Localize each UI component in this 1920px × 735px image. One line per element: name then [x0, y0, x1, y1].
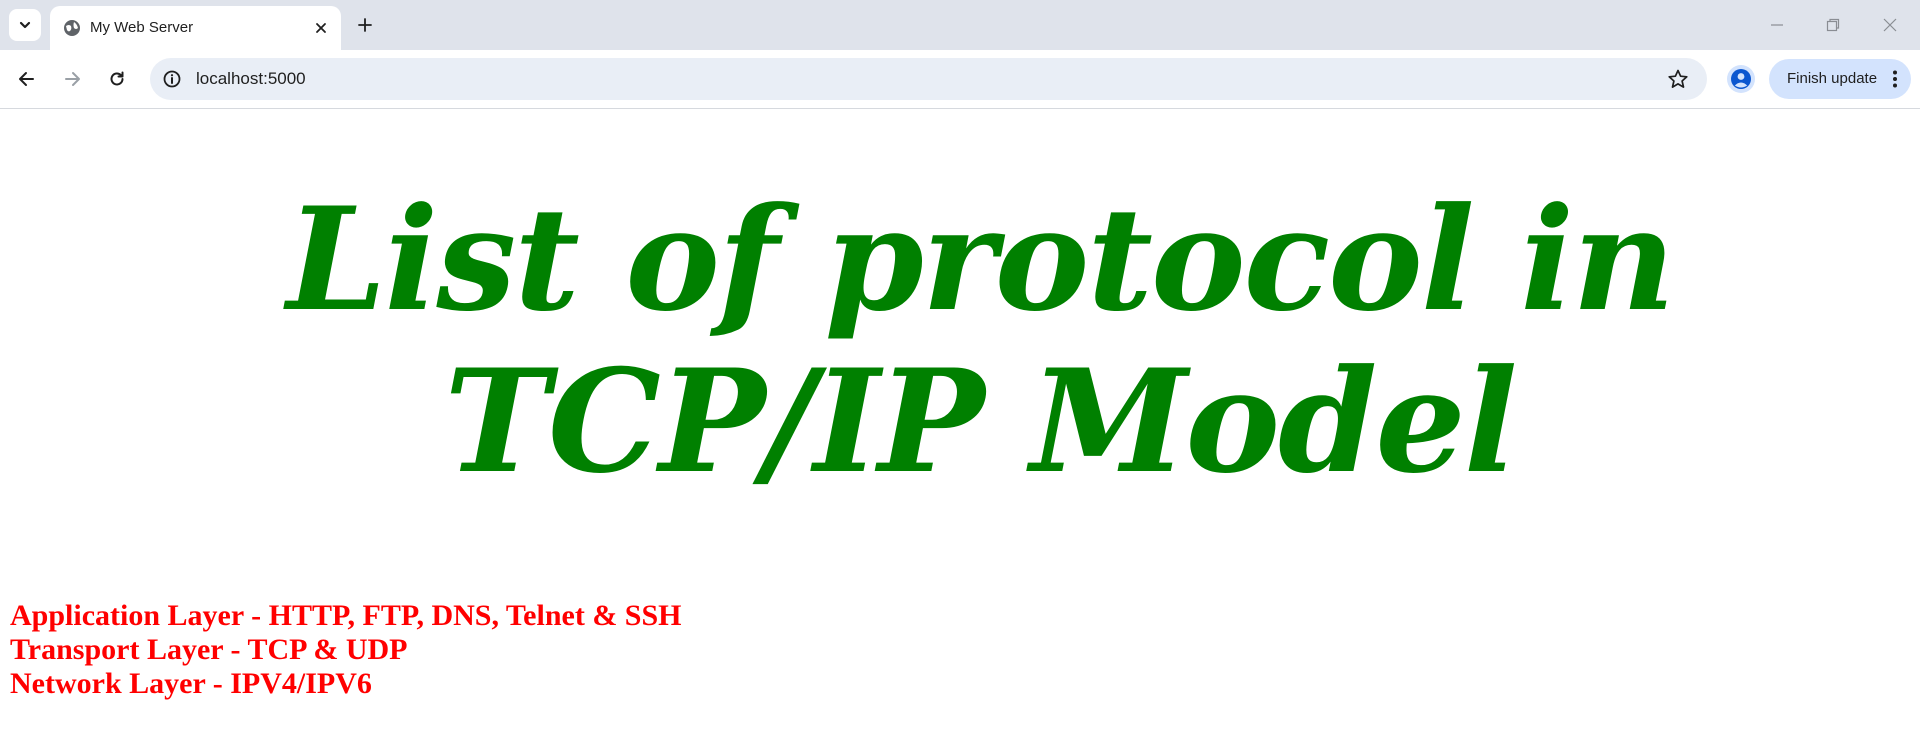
- minimize-icon: [1771, 24, 1783, 26]
- finish-update-label: Finish update: [1787, 70, 1878, 87]
- info-icon: [163, 70, 181, 88]
- tab-my-web-server[interactable]: My Web Server: [50, 6, 341, 50]
- back-button[interactable]: [13, 65, 41, 93]
- page-heading: List of protocol in TCP/IP Model: [286, 177, 1676, 505]
- person-icon: [1731, 69, 1751, 89]
- minimize-button[interactable]: [1764, 12, 1790, 38]
- chevron-down-icon: [19, 21, 31, 29]
- page-viewport: List of protocol in TCP/IP Model Applica…: [0, 109, 1920, 735]
- close-icon: [316, 23, 326, 33]
- tab-close-button[interactable]: [311, 18, 331, 38]
- reload-button[interactable]: [103, 65, 131, 93]
- browser-menu-button[interactable]: [1891, 69, 1899, 89]
- kebab-icon: [1893, 70, 1897, 88]
- protocol-layer-transport: Transport Layer - TCP & UDP: [10, 633, 408, 666]
- profile-button[interactable]: [1727, 65, 1755, 93]
- star-icon: [1668, 69, 1688, 88]
- tab-search-button[interactable]: [9, 9, 41, 41]
- window-close-button[interactable]: [1877, 12, 1903, 38]
- forward-button[interactable]: [58, 65, 86, 93]
- tab-strip: My Web Server: [0, 0, 1920, 50]
- protocol-list: Application Layer - HTTP, FTP, DNS, Teln…: [10, 599, 682, 701]
- arrow-right-icon: [65, 72, 80, 86]
- browser-toolbar: localhost:5000 Finish update: [0, 50, 1920, 109]
- arrow-left-icon: [19, 72, 34, 86]
- restore-icon: [1826, 18, 1840, 32]
- address-bar[interactable]: localhost:5000: [150, 58, 1707, 100]
- browser-window: My Web Server localhost:5000 Finish upda…: [0, 0, 1920, 735]
- restore-button[interactable]: [1820, 12, 1846, 38]
- url-text[interactable]: localhost:5000: [196, 69, 306, 89]
- plus-icon: [358, 18, 372, 32]
- close-icon: [1883, 18, 1897, 32]
- globe-icon: [64, 20, 80, 36]
- bookmark-button[interactable]: [1667, 68, 1689, 90]
- tab-title: My Web Server: [90, 19, 194, 36]
- protocol-layer-network: Network Layer - IPV4/IPV6: [10, 667, 372, 700]
- protocol-layer-application: Application Layer - HTTP, FTP, DNS, Teln…: [10, 599, 682, 632]
- site-info-button[interactable]: [160, 67, 184, 91]
- new-tab-button[interactable]: [353, 13, 377, 37]
- finish-update-button[interactable]: Finish update: [1769, 59, 1911, 99]
- reload-icon: [110, 71, 124, 86]
